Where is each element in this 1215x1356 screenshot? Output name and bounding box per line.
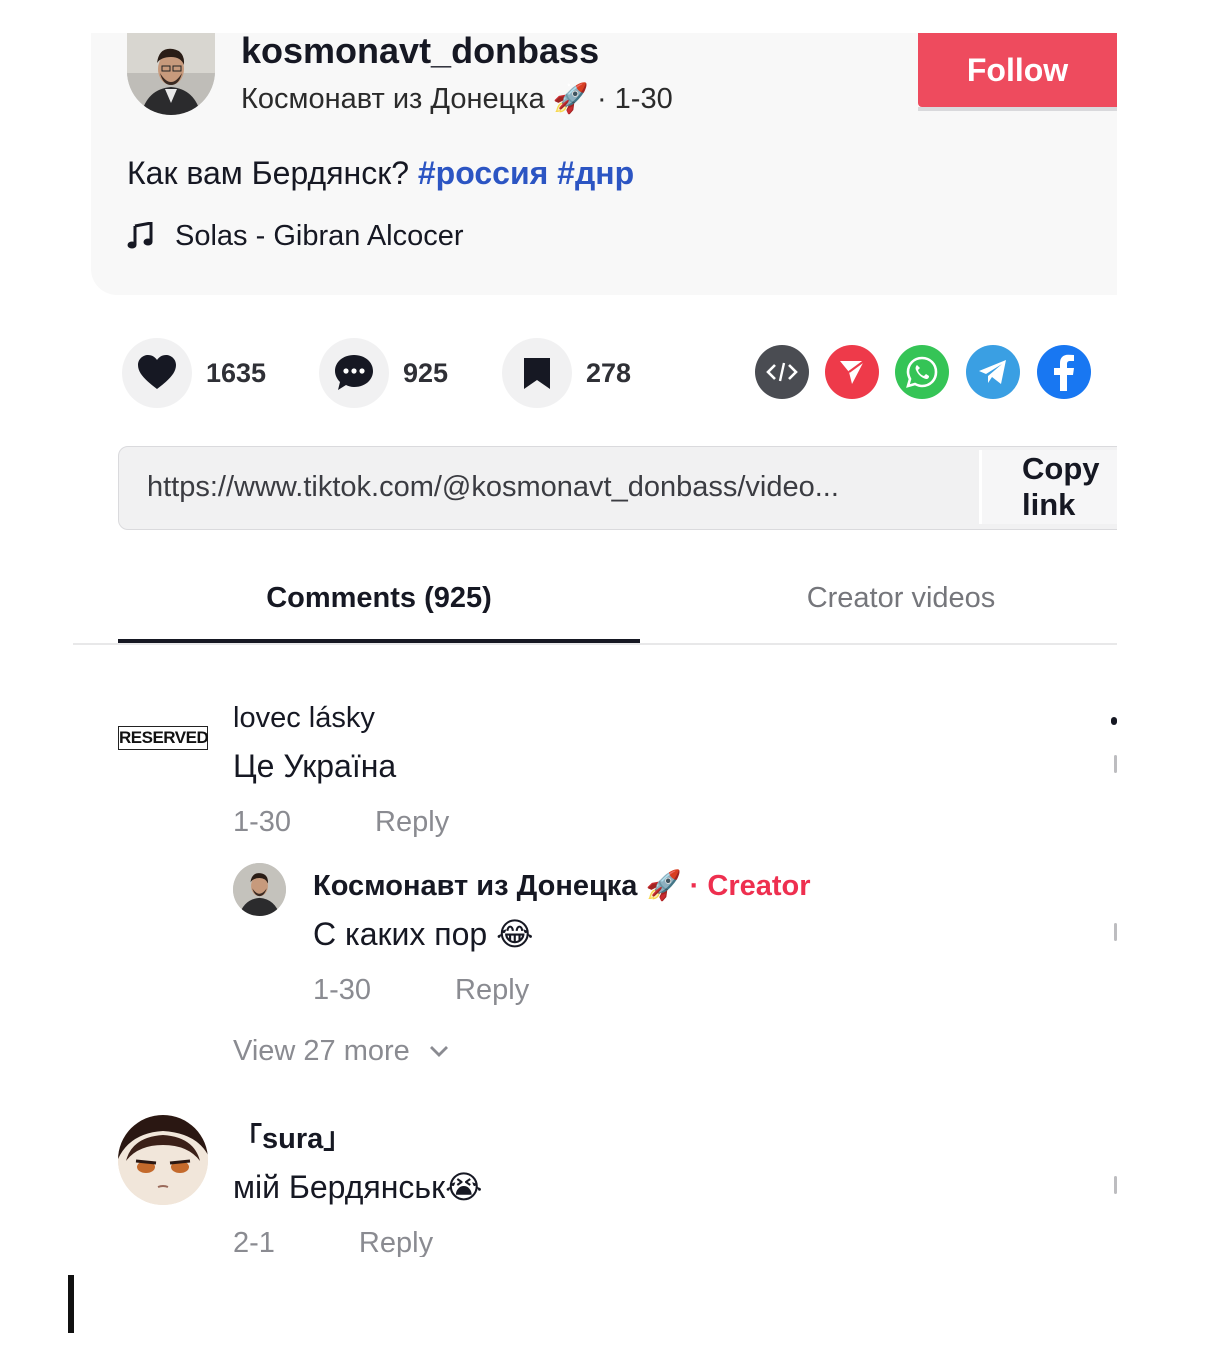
creator-badge: · Creator	[689, 870, 811, 902]
author-display-name[interactable]: Космонавт из Донецка	[241, 83, 545, 115]
post-date: · 1-30	[596, 83, 673, 115]
comment-author[interactable]: lovec lásky	[233, 700, 375, 736]
like-comment-icon[interactable]	[1114, 755, 1117, 773]
content-tabs: Comments (925) Creator videos	[73, 563, 1117, 645]
comment-author-avatar[interactable]	[118, 1115, 208, 1205]
send-icon	[840, 360, 865, 384]
whatsapp-icon	[906, 356, 938, 388]
reply-button[interactable]: Reply	[359, 1227, 433, 1257]
share-link-url[interactable]: https://www.tiktok.com/@kosmonavt_donbas…	[147, 447, 927, 527]
embed-icon	[766, 362, 798, 382]
share-link-box: https://www.tiktok.com/@kosmonavt_donbas…	[118, 446, 1117, 530]
reply-author-avatar[interactable]	[233, 863, 286, 916]
reserved-avatar-badge[interactable]: RESERVED	[118, 726, 209, 750]
comment-action[interactable]: 925	[319, 338, 448, 408]
author-username[interactable]: kosmonavt_donbass	[241, 33, 599, 69]
follow-button[interactable]: Follow	[918, 33, 1117, 111]
facebook-icon	[1054, 354, 1074, 391]
reply-meta: 1-30 Reply	[313, 972, 529, 1008]
music-title: Solas - Gibran Alcocer	[175, 220, 464, 252]
comment-author[interactable]: 「sura」	[233, 1121, 352, 1157]
telegram-share-button[interactable]	[966, 345, 1020, 399]
comment-date: 1-30	[233, 806, 292, 838]
tab-creator-videos[interactable]: Creator videos	[640, 563, 1117, 641]
hashtag-link[interactable]: #днр	[557, 155, 634, 191]
comment-bubble-icon	[335, 355, 373, 390]
view-more-label: View 27 more	[233, 1035, 410, 1067]
like-count: 1635	[206, 357, 267, 388]
author-avatar[interactable]	[127, 33, 215, 115]
like-button[interactable]	[122, 338, 192, 408]
like-comment-icon[interactable]	[1114, 1176, 1117, 1194]
reply-date: 1-30	[313, 974, 372, 1006]
comment-text: мій Бердянськ😭	[233, 1169, 483, 1205]
comment-meta: 2-1 Reply	[233, 1225, 433, 1257]
save-button[interactable]	[502, 338, 572, 408]
caption-text: Как вам Бердянск?	[127, 155, 409, 191]
facebook-share-button[interactable]	[1037, 345, 1091, 399]
like-action[interactable]: 1635	[122, 338, 266, 408]
telegram-icon	[979, 360, 1006, 384]
view-more-replies[interactable]: View 27 more	[233, 1033, 450, 1069]
bookmark-icon	[524, 358, 550, 389]
send-to-friends-button[interactable]	[825, 345, 879, 399]
text-cursor	[68, 1275, 74, 1333]
comment-meta: 1-30 Reply	[233, 804, 449, 840]
save-count: 278	[586, 357, 632, 388]
whatsapp-share-button[interactable]	[895, 345, 949, 399]
post-caption: Как вам Бердянск? #россия #днр	[127, 151, 634, 195]
embed-button[interactable]	[755, 345, 809, 399]
rocket-emoji: 🚀	[552, 83, 589, 115]
video-detail-panel: kosmonavt_donbass Космонавт из Донецка 🚀…	[73, 33, 1117, 1257]
comment-text: Це Україна	[233, 748, 397, 784]
reply-text: С каких пор 😂	[313, 916, 534, 952]
reply-button[interactable]: Reply	[375, 806, 449, 838]
comment-button[interactable]	[319, 338, 389, 408]
comment-date: 2-1	[233, 1227, 275, 1257]
author-subline: Космонавт из Донецка 🚀 · 1-30	[241, 79, 673, 119]
copy-link-button[interactable]: Copy link	[979, 450, 1117, 524]
comment-count: 925	[403, 357, 449, 388]
hashtag-link[interactable]: #россия	[418, 155, 548, 191]
comment-more-icon[interactable]	[1111, 717, 1117, 725]
chevron-down-icon	[429, 1046, 448, 1057]
music-note-icon	[127, 222, 153, 249]
reply-author-name[interactable]: Космонавт из Донецка 🚀	[313, 870, 682, 902]
reply-button[interactable]: Reply	[455, 974, 529, 1006]
reply-author: Космонавт из Донецка 🚀 · Creator	[313, 868, 811, 904]
music-row[interactable]: Solas - Gibran Alcocer	[127, 216, 464, 256]
heart-icon	[138, 355, 176, 389]
like-reply-icon[interactable]	[1114, 923, 1117, 941]
tab-comments[interactable]: Comments (925)	[118, 563, 640, 643]
save-action[interactable]: 278	[502, 338, 631, 408]
